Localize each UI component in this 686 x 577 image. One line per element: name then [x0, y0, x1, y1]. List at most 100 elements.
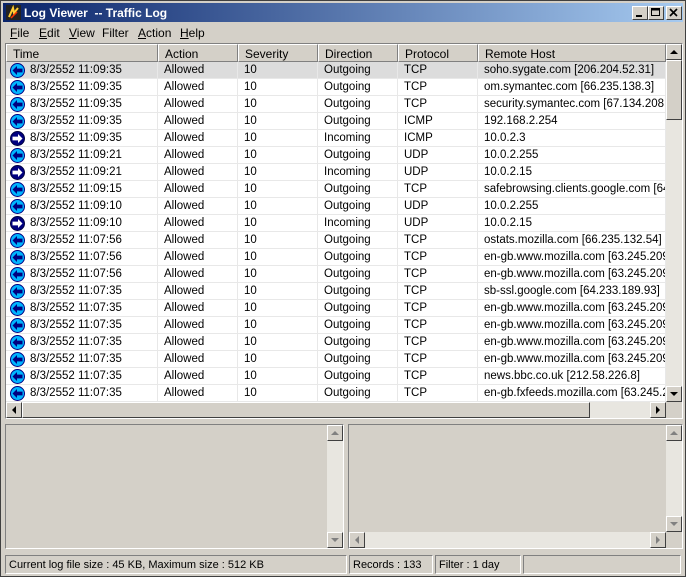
close-button[interactable] — [666, 6, 682, 20]
app-icon — [6, 5, 21, 20]
table-row[interactable]: 8/3/2552 11:09:10 Allowed 10 Incoming UDP 10.… — [6, 215, 666, 232]
cell-direction: Outgoing — [318, 334, 398, 351]
table-row[interactable]: 8/3/2552 11:07:35 Allowed 10 Outgoing TCP en-… — [6, 334, 666, 351]
cell-action: Allowed — [158, 181, 238, 198]
right-pane-vertical-scrollbar[interactable] — [666, 425, 682, 532]
table-row[interactable]: 8/3/2552 11:09:15 Allowed 10 Outgoing TCP saf… — [6, 181, 666, 198]
scroll-right-button[interactable] — [650, 402, 666, 418]
cell-protocol: UDP — [398, 198, 478, 215]
table-row[interactable]: 8/3/2552 11:09:10 Allowed 10 Outgoing UDP 10.… — [6, 198, 666, 215]
table-row[interactable]: 8/3/2552 11:09:35 Allowed 10 Incoming ICMP 10… — [6, 130, 666, 147]
left-pane-scroll-down-button[interactable] — [327, 532, 343, 548]
cell-protocol: TCP — [398, 79, 478, 96]
cell-direction: Outgoing — [318, 96, 398, 113]
table-row[interactable]: 8/3/2552 11:07:56 Allowed 10 Outgoing TCP en-… — [6, 266, 666, 283]
table-row[interactable]: 8/3/2552 11:09:35 Allowed 10 Outgoing ICMP 19… — [6, 113, 666, 130]
right-pane-scroll-right-button[interactable] — [650, 532, 666, 548]
left-pane-scrollbar[interactable] — [327, 425, 343, 548]
column-header-severity[interactable]: Severity — [238, 44, 318, 62]
left-pane-scroll-up-button[interactable] — [327, 425, 343, 441]
cell-remote-host: soho.sygate.com [206.204.52.31] — [478, 62, 666, 79]
scroll-up-button[interactable] — [666, 44, 682, 60]
cell-action: Allowed — [158, 147, 238, 164]
cell-action: Allowed — [158, 317, 238, 334]
horizontal-scroll-thumb[interactable] — [22, 402, 590, 418]
cell-protocol: TCP — [398, 249, 478, 266]
table-row[interactable]: 8/3/2552 11:07:35 Allowed 10 Outgoing TCP new… — [6, 368, 666, 385]
menu-action[interactable]: Action — [138, 26, 171, 40]
arrow-up-icon — [331, 431, 339, 435]
column-header-protocol[interactable]: Protocol — [398, 44, 478, 62]
cell-severity: 10 — [238, 385, 318, 402]
title-bar[interactable]: Log Viewer -- Traffic Log — [3, 3, 683, 22]
cell-time: 8/3/2552 11:09:10 — [6, 215, 158, 232]
scroll-left-button[interactable] — [6, 402, 22, 418]
right-pane-scroll-left-button[interactable] — [349, 532, 365, 548]
right-pane-scroll-up-button[interactable] — [666, 425, 682, 441]
minimize-button[interactable] — [632, 6, 648, 20]
table-row[interactable]: 8/3/2552 11:07:56 Allowed 10 Outgoing TCP ost… — [6, 232, 666, 249]
table-row[interactable]: 8/3/2552 11:09:21 Allowed 10 Incoming UDP 10.… — [6, 164, 666, 181]
cell-severity: 10 — [238, 300, 318, 317]
list-vertical-scrollbar[interactable] — [666, 44, 682, 402]
cell-action: Allowed — [158, 283, 238, 300]
column-header-time[interactable]: Time — [6, 44, 158, 62]
cell-remote-host: en-gb.fxfeeds.mozilla.com [63.245.20... — [478, 385, 666, 402]
cell-remote-host: 10.0.2.3 — [478, 130, 666, 147]
cell-remote-host: 10.0.2.255 — [478, 147, 666, 164]
cell-remote-host: en-gb.www.mozilla.com [63.245.209.10 — [478, 334, 666, 351]
cell-protocol: ICMP — [398, 130, 478, 147]
traffic-log-list[interactable]: Time Action Severity Direction Protocol … — [5, 43, 683, 419]
menu-file[interactable]: File — [10, 26, 29, 40]
cell-remote-host: news.bbc.co.uk [212.58.226.8] — [478, 368, 666, 385]
status-bar: Current log file size : 45 KB, Maximum s… — [3, 554, 683, 574]
column-header-action[interactable]: Action — [158, 44, 238, 62]
table-row[interactable]: 8/3/2552 11:07:35 Allowed 10 Outgoing TCP en-… — [6, 351, 666, 368]
maximize-button[interactable] — [648, 6, 664, 20]
cell-action: Allowed — [158, 300, 238, 317]
cell-remote-host: en-gb.www.mozilla.com [63.245.209.10 — [478, 249, 666, 266]
cell-severity: 10 — [238, 351, 318, 368]
cell-direction: Outgoing — [318, 232, 398, 249]
menu-help[interactable]: Help — [180, 26, 205, 40]
cell-time: 8/3/2552 11:07:35 — [6, 334, 158, 351]
status-records: Records : 133 — [349, 555, 433, 574]
cell-direction: Outgoing — [318, 283, 398, 300]
menu-view[interactable]: View — [69, 26, 95, 40]
details-pane-right[interactable] — [348, 424, 683, 549]
menu-edit[interactable]: Edit — [39, 26, 60, 40]
table-row[interactable]: 8/3/2552 11:07:56 Allowed 10 Outgoing TCP en-… — [6, 249, 666, 266]
cell-remote-host: om.symantec.com [66.235.138.3] — [478, 79, 666, 96]
cell-remote-host: 10.0.2.15 — [478, 164, 666, 181]
menu-filter[interactable]: Filter — [102, 26, 129, 40]
scroll-down-button[interactable] — [666, 386, 682, 402]
arrow-up-icon — [670, 50, 678, 54]
table-row[interactable]: 8/3/2552 11:09:35 Allowed 10 Outgoing TCP om.… — [6, 79, 666, 96]
cell-time: 8/3/2552 11:07:35 — [6, 351, 158, 368]
table-row[interactable]: 8/3/2552 11:09:35 Allowed 10 Outgoing TCP soh… — [6, 62, 666, 79]
cell-severity: 10 — [238, 62, 318, 79]
table-row[interactable]: 8/3/2552 11:09:21 Allowed 10 Outgoing UDP 10.… — [6, 147, 666, 164]
cell-protocol: TCP — [398, 334, 478, 351]
column-header-remote-host[interactable]: Remote Host — [478, 44, 666, 62]
vertical-scroll-thumb[interactable] — [666, 60, 682, 120]
menu-bar: File Edit View Filter Action Help — [3, 23, 683, 42]
minimize-icon — [636, 15, 642, 17]
table-row[interactable]: 8/3/2552 11:09:35 Allowed 10 Outgoing TCP sec… — [6, 96, 666, 113]
arrow-left-icon — [12, 406, 16, 414]
column-header-direction[interactable]: Direction — [318, 44, 398, 62]
right-pane-horizontal-scrollbar[interactable] — [349, 532, 666, 548]
list-horizontal-scrollbar[interactable] — [6, 402, 666, 418]
table-row[interactable]: 8/3/2552 11:07:35 Allowed 10 Outgoing TCP en-… — [6, 317, 666, 334]
cell-direction: Outgoing — [318, 317, 398, 334]
table-row[interactable]: 8/3/2552 11:07:35 Allowed 10 Outgoing TCP en-… — [6, 385, 666, 402]
details-pane-left[interactable] — [5, 424, 344, 549]
cell-direction: Incoming — [318, 130, 398, 147]
cell-severity: 10 — [238, 283, 318, 300]
table-row[interactable]: 8/3/2552 11:07:35 Allowed 10 Outgoing TCP en-… — [6, 300, 666, 317]
table-row[interactable]: 8/3/2552 11:07:35 Allowed 10 Outgoing TCP sb-… — [6, 283, 666, 300]
arrow-down-icon — [670, 522, 678, 526]
cell-action: Allowed — [158, 198, 238, 215]
right-pane-scroll-down-button[interactable] — [666, 516, 682, 532]
cell-action: Allowed — [158, 368, 238, 385]
